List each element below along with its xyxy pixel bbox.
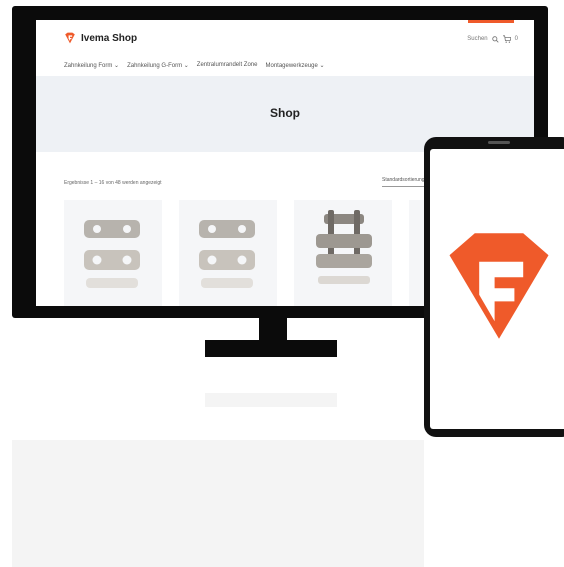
ivema-logo: [449, 233, 549, 339]
cart-icon[interactable]: [502, 35, 511, 43]
search-icon[interactable]: [491, 35, 499, 43]
nav-item-zahnkeilung-form[interactable]: Zahnkeilung Form ⌄: [64, 62, 119, 69]
chain-link-image: [316, 210, 372, 284]
flat-connector-plate-image: [199, 220, 255, 288]
nav-item-zahnkeilung-g-form[interactable]: Zahnkeilung G-Form ⌄: [127, 62, 189, 69]
page-title: Shop: [270, 106, 300, 120]
phone-speaker: [488, 141, 510, 144]
shop-header: Ivema Shop Suchen 0: [36, 20, 534, 58]
nav-item-zentralumrandelt[interactable]: Zentralumrandelt Zone: [197, 62, 258, 69]
monitor-stand-neck: [259, 318, 287, 340]
reflection: [12, 440, 424, 567]
brand[interactable]: Ivema Shop: [64, 32, 137, 44]
header-actions: Suchen 0: [467, 35, 518, 43]
product-card[interactable]: [294, 200, 392, 306]
search-label[interactable]: Suchen: [467, 36, 487, 42]
main-nav: Zahnkeilung Form ⌄ Zahnkeilung G-Form ⌄ …: [64, 62, 325, 69]
ivema-logo-icon: [65, 32, 75, 44]
flat-connector-plate-image: [84, 220, 140, 288]
monitor-stand-base: [205, 340, 337, 357]
brand-title: Ivema Shop: [81, 32, 138, 44]
cart-count: 0: [514, 36, 518, 42]
nav-item-montagewerkzeuge[interactable]: Montagewerkzeuge ⌄: [265, 62, 324, 69]
phone-screen: [430, 149, 564, 429]
product-card[interactable]: [179, 200, 277, 306]
reflection-base: [205, 393, 337, 407]
product-card[interactable]: [64, 200, 162, 306]
result-count: Ergebnisse 1 – 16 von 48 werden angezeig…: [64, 180, 162, 186]
header-accent-bar: [468, 20, 514, 23]
phone-frame: [424, 137, 564, 437]
